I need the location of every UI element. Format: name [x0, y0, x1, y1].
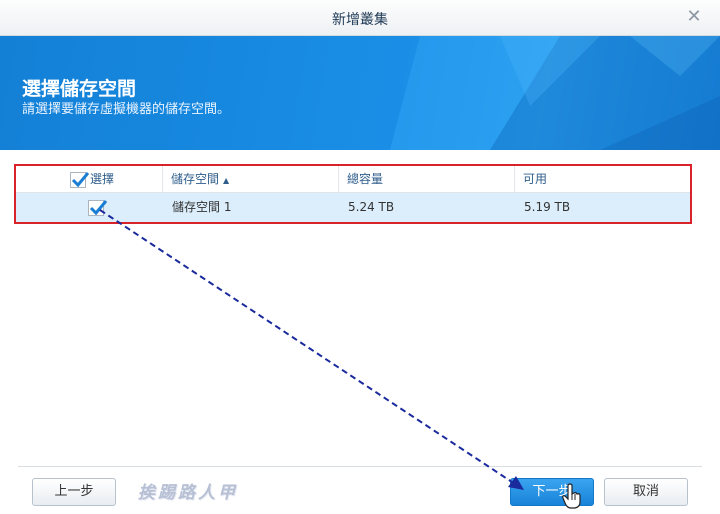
check-icon	[71, 171, 90, 187]
cell-available: 5.19 TB	[524, 200, 571, 214]
column-header-available[interactable]: 可用	[514, 166, 690, 193]
cell-capacity: 5.24 TB	[348, 200, 395, 214]
banner-decoration	[390, 36, 720, 150]
column-header-select[interactable]: 選擇	[66, 166, 162, 193]
table-header: 選擇 儲存空間 ▲ 總容量 可用	[16, 166, 690, 193]
hand-cursor-icon	[562, 483, 581, 509]
back-button[interactable]: 上一步	[32, 478, 116, 506]
column-label-available: 可用	[523, 172, 548, 186]
table-row[interactable]: 儲存空間 1 5.24 TB 5.19 TB	[16, 193, 690, 222]
column-header-volume[interactable]: 儲存空間 ▲	[162, 166, 338, 193]
page-subtitle: 請選擇要儲存虛擬機器的儲存空間。	[22, 102, 231, 117]
cancel-button[interactable]: 取消	[604, 478, 688, 506]
column-label-select: 選擇	[90, 172, 115, 186]
close-icon[interactable]: ✕	[684, 6, 704, 28]
dialog-titlebar: 新增叢集 ✕	[0, 0, 720, 36]
header-banner: 選擇儲存空間 請選擇要儲存虛擬機器的儲存空間。	[0, 36, 720, 150]
footer-divider	[18, 466, 702, 467]
row-checkbox-cell[interactable]	[88, 193, 108, 222]
check-icon	[89, 199, 108, 215]
select-all-checkbox[interactable]	[70, 171, 90, 188]
page-title: 選擇儲存空間	[22, 78, 137, 100]
storage-table: 選擇 儲存空間 ▲ 總容量 可用 儲存空間 1 5.24 TB 5.19 TB	[14, 164, 692, 224]
sort-ascending-icon: ▲	[223, 176, 230, 185]
dialog-title: 新增叢集	[332, 12, 388, 28]
cell-volume: 儲存空間 1	[172, 200, 232, 214]
column-label-volume: 儲存空間	[171, 172, 220, 186]
column-label-capacity: 總容量	[347, 172, 384, 186]
watermark: 挨踢路人甲	[138, 483, 238, 503]
column-header-capacity[interactable]: 總容量	[338, 166, 514, 193]
row-checkbox[interactable]	[88, 199, 108, 216]
